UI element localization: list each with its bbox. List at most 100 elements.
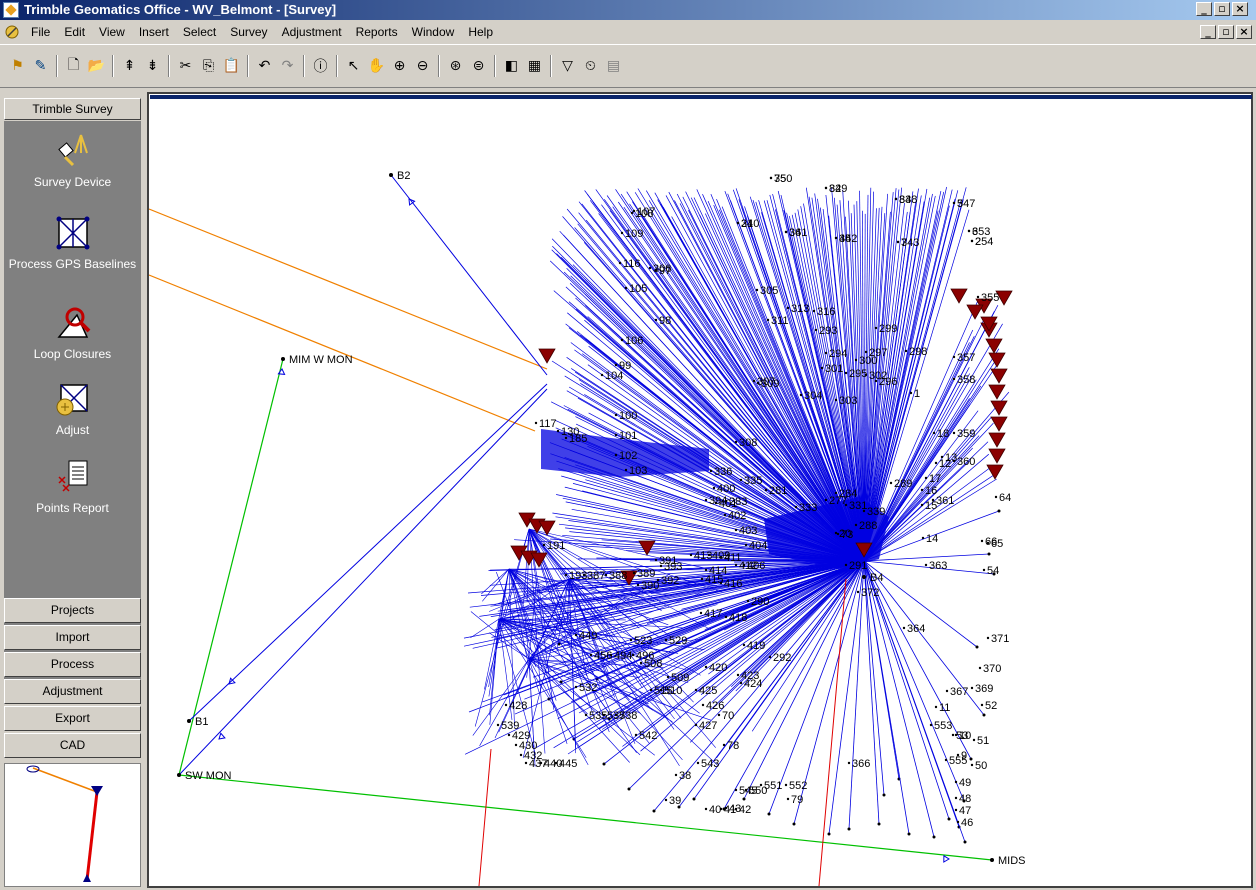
sidebar-item-process-gps[interactable]: Process GPS Baselines [4,213,141,271]
point-label[interactable]: 413 [689,550,713,562]
projects-button[interactable]: Projects [4,598,141,623]
survey-point[interactable] [620,231,624,235]
survey-point[interactable] [689,553,693,557]
point-label[interactable]: 75 [769,173,786,185]
survey-point[interactable] [519,753,523,757]
point-label[interactable]: 284 [834,488,858,500]
point-label[interactable]: 333 [794,502,818,514]
mdi-close-button[interactable]: × [1236,25,1252,39]
adjustment-button[interactable]: Adjustment [4,679,141,704]
survey-point[interactable] [769,176,773,180]
mdi-restore-button[interactable]: ▫ [1218,25,1234,39]
point-label[interactable]: 417 [699,608,723,620]
point-label[interactable]: 16 [920,485,937,497]
point-label[interactable]: 101 [614,430,638,442]
survey-point[interactable] [934,461,938,465]
point-label[interactable]: 191 [542,540,566,552]
point-label[interactable]: 50 [970,760,987,772]
survey-point[interactable] [614,713,618,717]
station-flag-icon[interactable] [990,368,1008,384]
paste-icon[interactable]: 📋 [220,55,243,77]
point-label[interactable]: 369 [970,683,994,695]
survey-point[interactable] [614,413,618,417]
point-label[interactable]: 108 [630,208,654,220]
survey-point[interactable] [954,796,958,800]
survey-point[interactable] [734,788,738,792]
overview-map[interactable] [4,763,141,887]
point-label[interactable]: 355 [976,292,1000,304]
survey-point[interactable] [975,645,979,649]
point-label[interactable]: 109 [620,228,644,240]
survey-point[interactable] [932,431,936,435]
point-label[interactable]: 308 [734,437,758,449]
survey-point[interactable] [997,509,1001,513]
point-label[interactable]: 390 [636,580,660,592]
point-label[interactable]: 427 [694,720,718,732]
survey-point[interactable] [976,295,980,299]
cut-icon[interactable]: ✂ [174,55,197,77]
survey-point[interactable] [649,688,653,692]
survey-point[interactable] [704,807,708,811]
survey-point[interactable] [734,528,738,532]
survey-point[interactable] [554,761,558,765]
menu-window[interactable]: Window [405,25,462,39]
survey-point[interactable] [824,186,828,190]
survey-point[interactable] [709,469,713,473]
survey-point[interactable] [847,827,851,831]
survey-point[interactable] [824,351,828,355]
menu-adjustment[interactable]: Adjustment [275,25,349,39]
survey-point[interactable] [784,230,788,234]
survey-point[interactable] [634,733,638,737]
survey-point[interactable] [970,686,974,690]
station-flag-icon[interactable] [950,288,968,304]
point-label[interactable]: 424 [739,678,763,690]
survey-map-svg[interactable]: 350349348 347353254340341 342 3433553573583… [148,99,1251,887]
point-label[interactable]: 532 [574,682,598,694]
survey-point[interactable] [799,393,803,397]
point-label[interactable]: 313 [786,303,810,315]
point-label[interactable]: 102 [614,450,638,462]
survey-point[interactable] [947,817,951,821]
undo-icon[interactable]: ↶ [253,55,276,77]
point-label[interactable]: 425 [694,685,718,697]
survey-point[interactable] [696,761,700,765]
station-flag-icon[interactable] [985,338,1003,354]
point-label[interactable]: 117 [534,418,557,430]
point-label[interactable]: 40 [704,804,721,816]
survey-point[interactable] [674,773,678,777]
survey-point[interactable] [924,563,928,567]
survey-point[interactable] [664,638,668,642]
survey-point[interactable] [767,812,771,816]
survey-point[interactable] [954,780,958,784]
point-label[interactable]: 64 [994,492,1011,504]
survey-point[interactable] [827,832,831,836]
control-point-dot[interactable] [281,357,285,361]
point-label[interactable]: 542 [634,730,658,742]
survey-point[interactable] [704,665,708,669]
zoom-out-icon[interactable]: ⊖ [411,55,434,77]
control-point-dot[interactable] [187,719,191,723]
survey-point[interactable] [496,723,500,727]
survey-point[interactable] [542,543,546,547]
point-label[interactable]: 415 [700,574,724,586]
sidebar-item-adjust[interactable]: Adjust [4,379,141,437]
point-label[interactable]: 299 [874,323,898,335]
zoom-window-icon[interactable]: ⊛ [444,55,467,77]
point-label[interactable]: 41 [719,804,736,816]
point-label[interactable]: 372 [856,587,880,599]
point-label[interactable]: 508 [639,658,663,670]
point-label[interactable]: 185 [564,433,588,445]
minimize-button[interactable]: _ [1196,2,1212,16]
point-label[interactable]: 300 [854,355,878,367]
survey-point[interactable] [712,486,716,490]
point-label[interactable]: 38 [674,770,691,782]
process-button[interactable]: Process [4,652,141,677]
survey-point[interactable] [982,568,986,572]
point-label[interactable]: 105 [624,283,648,295]
survey-point[interactable] [956,820,960,824]
point-label[interactable]: 552 [784,780,808,792]
point-label[interactable]: 509 [666,672,690,684]
survey-point[interactable] [604,573,608,577]
survey-point[interactable] [629,638,633,642]
point-label[interactable]: 103 [624,465,648,477]
